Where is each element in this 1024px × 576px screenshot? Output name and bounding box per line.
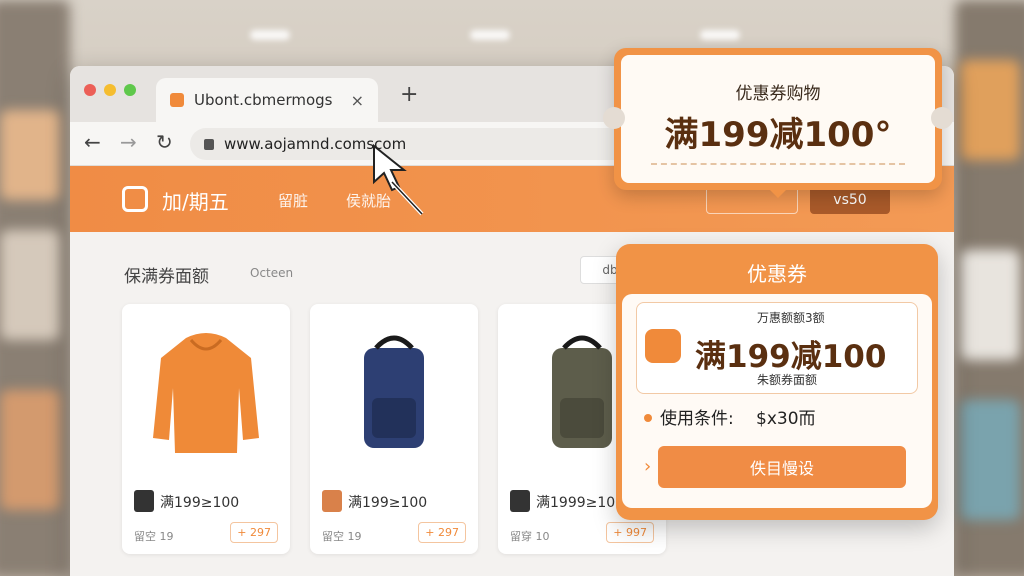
coupon-ticket-popup: 优惠券购物 满199减100° xyxy=(603,48,953,198)
product-thumb xyxy=(322,490,342,512)
forward-icon[interactable]: → xyxy=(120,130,137,154)
close-tab-icon[interactable]: × xyxy=(351,91,364,110)
section-title: 保满券面额 xyxy=(124,267,209,287)
product-card[interactable]: 满199≥100 留空 19 + 297 xyxy=(310,304,478,554)
coupon-line-2: 朱额券面额 xyxy=(757,373,818,387)
coupon-card[interactable]: 万惠额额3额 满199减100 朱额券面额 xyxy=(636,302,918,394)
ticket-title: 优惠券购物 xyxy=(735,84,821,104)
product-price[interactable]: + 997 xyxy=(606,522,654,543)
reload-icon[interactable]: ↻ xyxy=(156,130,173,154)
product-price[interactable]: + 297 xyxy=(230,522,278,543)
mouse-cursor-icon xyxy=(373,143,424,216)
product-card[interactable]: 满199≥100 留空 19 + 297 xyxy=(122,304,290,554)
product-meta: 留空 19 xyxy=(322,530,362,543)
product-title: 满1999≥100 xyxy=(536,495,625,511)
condition-label: 使用条件: xyxy=(660,409,734,429)
lock-icon xyxy=(204,138,214,150)
tab-title: Ubont.cbmermogs xyxy=(194,91,333,109)
product-meta: 留空 19 xyxy=(134,530,174,543)
chevron-right-icon: › xyxy=(644,456,652,477)
browser-tab[interactable]: Ubont.cbmermogs × xyxy=(156,78,378,122)
ticket-divider xyxy=(651,163,905,165)
back-icon[interactable]: ← xyxy=(84,130,101,154)
section-subtitle: Octeen xyxy=(250,266,294,280)
condition-value: $x30而 xyxy=(756,409,816,429)
maximize-window-icon[interactable] xyxy=(124,84,136,96)
minimize-window-icon[interactable] xyxy=(104,84,116,96)
product-title: 满199≥100 xyxy=(348,495,428,511)
logo-icon xyxy=(122,186,148,212)
panel-title: 优惠券 xyxy=(747,261,807,286)
shopping-bag-icon xyxy=(645,329,681,363)
favicon-icon xyxy=(170,93,184,107)
hoodie-image xyxy=(136,318,276,468)
coupon-amount: 满199减100 xyxy=(695,339,887,375)
product-price[interactable]: + 297 xyxy=(418,522,466,543)
ticket-offer: 满199减100° xyxy=(664,115,892,155)
product-thumb xyxy=(510,490,530,512)
use-coupon-button[interactable]: 佚目慢设 xyxy=(658,446,906,488)
site-logo[interactable]: 加/期五 xyxy=(162,186,229,215)
header-button-solid[interactable]: vs50 xyxy=(810,186,890,214)
bullet-icon xyxy=(644,414,652,422)
ticket-pointer xyxy=(764,184,792,198)
coupon-line-1: 万惠额额3额 xyxy=(757,311,825,325)
coupon-panel: 优惠券 万惠额额3额 满199减100 朱额券面额 使用条件: $x30而 › … xyxy=(616,244,938,520)
new-tab-button[interactable]: + xyxy=(400,82,418,107)
close-window-icon[interactable] xyxy=(84,84,96,96)
backpack-navy-image xyxy=(324,318,464,468)
product-meta: 留穿 10 xyxy=(510,530,550,543)
product-thumb xyxy=(134,490,154,512)
nav-link-1[interactable]: 留脏 xyxy=(278,190,308,211)
product-title: 满199≥100 xyxy=(160,495,240,511)
panel-body: 万惠额额3额 满199减100 朱额券面额 使用条件: $x30而 › 佚目慢设 xyxy=(622,294,932,508)
